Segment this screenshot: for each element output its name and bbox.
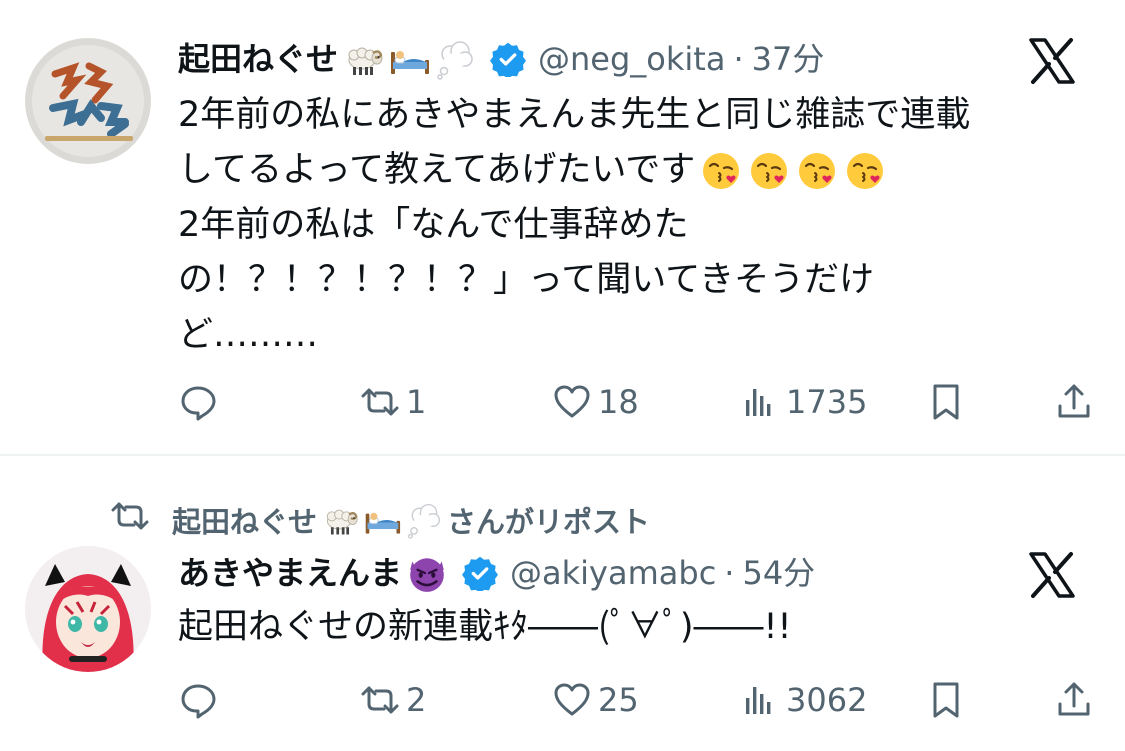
reply-button[interactable] [178,680,224,720]
repost-count: 2 [406,681,427,719]
handle[interactable]: @neg_okita [538,39,725,79]
repost-icon [360,382,400,422]
sheep-icon [342,38,384,80]
avatar[interactable] [25,38,151,164]
face-blowing-kiss-icon [846,151,885,191]
repost-banner[interactable]: 起田ねぐせ さんがリポスト [110,496,650,543]
timestamp[interactable]: 54分 [742,553,815,593]
tweet-text: 2年前の私にあきやまえんま先生と同じ雑誌で連載 してるよって教えてあげたいです … [178,88,970,363]
repost-label: さんがリポスト [447,504,651,539]
repost-count: 1 [406,383,427,421]
thought-balloon-icon [405,501,443,539]
repost-icon [360,680,400,720]
face-blowing-kiss-icon [750,151,789,191]
face-blowing-kiss-icon [702,151,741,191]
tweet[interactable]: 起田ねぐせ @neg_okita · 37分 2年前の私にあきやまえんま先生と同… [0,0,1125,452]
bookmark-icon [926,680,966,720]
tweet-text-line: 2年前の私は「なんで仕事辞めた [178,205,689,245]
bookmark-icon [926,382,966,422]
repost-icon [110,496,150,543]
share-icon [1054,382,1094,422]
reply-icon [178,680,218,720]
x-logo-icon [1027,550,1077,600]
tweet-text-segment: してるよって教えてあげたいです [178,150,696,190]
timestamp[interactable]: 37分 [752,39,825,79]
action-bar: 1 18 1735 [0,378,1125,428]
views-chart-icon [740,680,780,720]
views-button[interactable]: 1735 [740,382,867,422]
tweet-text-line: 2年前の私にあきやまえんま先生と同じ雑誌で連載 [178,95,971,135]
separator-dot: · [733,40,744,78]
like-count: 18 [598,383,639,421]
repost-button[interactable]: 1 [360,382,426,422]
views-button[interactable]: 3062 [740,680,867,720]
tweet-text-line: ど……… [178,315,319,355]
views-chart-icon [740,382,780,422]
sheep-icon [321,501,359,539]
avatar[interactable] [25,546,151,672]
thought-balloon-icon [434,38,476,80]
bed-icon [363,501,401,539]
view-count: 3062 [786,681,868,719]
bookmark-button[interactable] [926,382,966,422]
bed-icon [388,38,430,80]
verified-badge-icon[interactable] [462,555,499,591]
reposter-name: 起田ねぐせ [172,504,318,539]
handle[interactable]: @akiyamabc [510,553,716,593]
heart-icon [552,382,592,422]
reply-icon [178,382,218,422]
share-button[interactable] [1054,680,1094,720]
tweet-text-line: 起田ねぐせの新連載ｷﾀ――(ﾟ∀ﾟ)――!! [178,607,792,647]
tweet-text: 起田ねぐせの新連載ｷﾀ――(ﾟ∀ﾟ)――!! [178,600,792,655]
display-name[interactable]: あきやまえんま [178,553,402,593]
smiling-face-with-horns-icon [406,552,448,594]
face-blowing-kiss-icon [798,151,837,191]
share-icon [1054,680,1094,720]
tweet-text-line: してるよって教えてあげたいです [178,143,970,198]
x-logo-icon [1027,36,1077,86]
like-button[interactable]: 18 [552,382,639,422]
heart-icon [552,680,592,720]
tweet-header: あきやまえんま @akiyamabc · 54分 [178,552,815,594]
repost-button[interactable]: 2 [360,680,426,720]
tweet[interactable]: 起田ねぐせ さんがリポスト あきやまえんま @akiyamabc · 54分 起… [0,456,1125,751]
like-count: 25 [598,681,639,719]
separator-dot: · [724,554,735,592]
tweet-header: 起田ねぐせ @neg_okita · 37分 [178,38,824,80]
tweet-text-line: の！？！？！？！？」って聞いてきそうだけ [178,260,875,300]
emoji-group [701,151,893,191]
like-button[interactable]: 25 [552,680,639,720]
action-bar: 2 25 3062 [0,676,1125,726]
bookmark-button[interactable] [926,680,966,720]
view-count: 1735 [786,383,868,421]
display-name[interactable]: 起田ねぐせ [178,39,338,79]
verified-badge-icon[interactable] [490,41,527,77]
share-button[interactable] [1054,382,1094,422]
reply-button[interactable] [178,382,224,422]
